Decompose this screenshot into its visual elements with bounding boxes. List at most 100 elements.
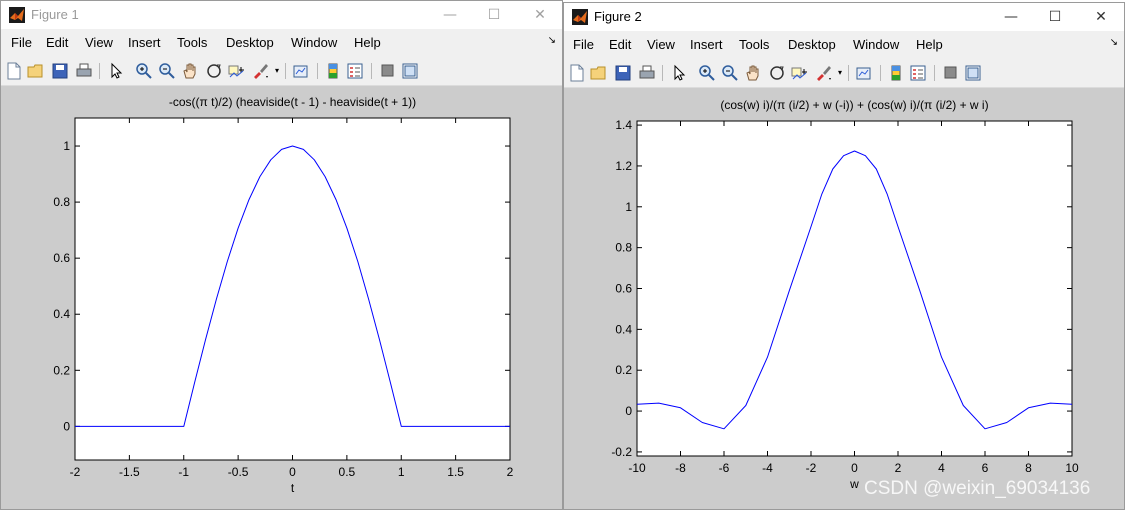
link-plot-icon[interactable]: [855, 64, 873, 82]
x-tick-label: 10: [1065, 461, 1079, 475]
menu-window[interactable]: Window: [853, 37, 899, 52]
menu-tools[interactable]: Tools: [739, 37, 769, 52]
figure-canvas: (cos(w) i)/(π (i/2) + w (-i)) + (cos(w) …: [564, 88, 1124, 509]
edit-plot-arrow-icon[interactable]: [107, 62, 125, 80]
title-bar[interactable]: Figure 2 — ☐ ✕: [564, 3, 1124, 31]
rotate-3d-icon[interactable]: [205, 62, 223, 80]
plot-title: (cos(w) i)/(π (i/2) + w (-i)) + (cos(w) …: [720, 98, 988, 112]
zoom-out-icon[interactable]: [721, 64, 739, 82]
menu-view[interactable]: View: [85, 35, 113, 50]
figure-1-window: Figure 1 — ☐ ✕ File Edit View Insert Too…: [0, 0, 563, 510]
menu-help[interactable]: Help: [354, 35, 381, 50]
brush-icon[interactable]: [251, 62, 269, 80]
y-tick-label: 0.8: [615, 241, 632, 255]
x-axis-label: t: [291, 481, 295, 495]
legend-icon[interactable]: [909, 64, 927, 82]
x-tick-label: 1.5: [447, 465, 464, 479]
plot-title: -cos((π t)/2) (heaviside(t - 1) - heavis…: [169, 95, 416, 109]
x-tick-label: -8: [675, 461, 686, 475]
plot-1: -cos((π t)/2) (heaviside(t - 1) - heavis…: [53, 95, 513, 495]
menu-desktop[interactable]: Desktop: [226, 35, 274, 50]
x-tick-label: -1.5: [119, 465, 140, 479]
matlab-logo-icon: [9, 7, 25, 23]
menu-window[interactable]: Window: [291, 35, 337, 50]
x-tick-label: -2: [806, 461, 817, 475]
x-tick-label: -6: [719, 461, 730, 475]
zoom-out-icon[interactable]: [158, 62, 176, 80]
rotate-3d-icon[interactable]: [768, 64, 786, 82]
menu-edit[interactable]: Edit: [46, 35, 68, 50]
new-figure-icon[interactable]: [568, 64, 586, 82]
x-tick-label: -2: [70, 465, 81, 479]
open-file-icon[interactable]: [590, 64, 608, 82]
toolbar-separator: [848, 65, 849, 81]
toolbar-separator: [99, 63, 100, 79]
y-tick-label: 0.6: [615, 282, 632, 296]
matlab-logo-icon: [572, 9, 588, 25]
menu-insert[interactable]: Insert: [690, 37, 723, 52]
menu-file[interactable]: File: [573, 37, 594, 52]
open-file-icon[interactable]: [27, 62, 45, 80]
close-button[interactable]: ✕: [517, 1, 562, 29]
pan-hand-icon[interactable]: [744, 64, 762, 82]
toolbar-separator: [880, 65, 881, 81]
maximize-button[interactable]: ☐: [1032, 3, 1078, 31]
minimize-button[interactable]: —: [988, 3, 1034, 31]
menu-help[interactable]: Help: [916, 37, 943, 52]
menu-edit[interactable]: Edit: [609, 37, 631, 52]
x-tick-label: 2: [895, 461, 902, 475]
hide-plot-tools-icon[interactable]: [942, 64, 960, 82]
menu-desktop[interactable]: Desktop: [788, 37, 836, 52]
watermark: CSDN @weixin_69034136: [864, 478, 1091, 499]
menu-file[interactable]: File: [11, 35, 32, 50]
data-cursor-icon[interactable]: [790, 64, 808, 82]
y-tick-label: 0: [63, 419, 70, 433]
link-plot-icon[interactable]: [292, 62, 310, 80]
x-tick-label: -4: [762, 461, 773, 475]
close-button[interactable]: ✕: [1078, 3, 1124, 31]
maximize-button[interactable]: ☐: [471, 1, 517, 29]
y-tick-label: 0.2: [615, 363, 632, 377]
figure-toolbar: ▾: [1, 57, 562, 86]
x-tick-label: 6: [982, 461, 989, 475]
save-icon[interactable]: [51, 62, 69, 80]
y-tick-label: 0.4: [53, 307, 70, 321]
brush-dropdown-caret-icon[interactable]: ▾: [275, 66, 279, 75]
dock-arrow-icon[interactable]: ↘: [1110, 37, 1118, 48]
show-plot-tools-icon[interactable]: [964, 64, 982, 82]
new-figure-icon[interactable]: [5, 62, 23, 80]
menu-insert[interactable]: Insert: [128, 35, 161, 50]
save-icon[interactable]: [614, 64, 632, 82]
colorbar-icon[interactable]: [887, 64, 905, 82]
edit-plot-arrow-icon[interactable]: [670, 64, 688, 82]
y-tick-label: 0.6: [53, 251, 70, 265]
pan-hand-icon[interactable]: [181, 62, 199, 80]
brush-dropdown-caret-icon[interactable]: ▾: [838, 68, 842, 77]
y-tick-label: 1.2: [615, 159, 632, 173]
data-cursor-icon[interactable]: [227, 62, 245, 80]
toolbar-separator: [317, 63, 318, 79]
menu-tools[interactable]: Tools: [177, 35, 207, 50]
print-icon[interactable]: [638, 64, 656, 82]
window-title: Figure 2: [594, 9, 642, 24]
colorbar-icon[interactable]: [324, 62, 342, 80]
zoom-in-icon[interactable]: [135, 62, 153, 80]
show-plot-tools-icon[interactable]: [401, 62, 419, 80]
brush-icon[interactable]: [814, 64, 832, 82]
toolbar-separator: [371, 63, 372, 79]
menu-view[interactable]: View: [647, 37, 675, 52]
axes-box[interactable]: [74, 117, 511, 461]
hide-plot-tools-icon[interactable]: [379, 62, 397, 80]
zoom-in-icon[interactable]: [698, 64, 716, 82]
axes-box[interactable]: [636, 120, 1073, 457]
dock-arrow-icon[interactable]: ↘: [548, 35, 556, 46]
legend-icon[interactable]: [346, 62, 364, 80]
minimize-button[interactable]: —: [427, 1, 473, 29]
print-icon[interactable]: [75, 62, 93, 80]
y-tick-label: 1.4: [615, 118, 632, 132]
menu-bar: File Edit View Insert Tools Desktop Wind…: [1, 31, 562, 55]
title-bar[interactable]: Figure 1 — ☐ ✕: [1, 1, 562, 29]
toolbar-separator: [934, 65, 935, 81]
y-tick-label: 0: [625, 404, 632, 418]
x-tick-label: 0: [289, 465, 296, 479]
